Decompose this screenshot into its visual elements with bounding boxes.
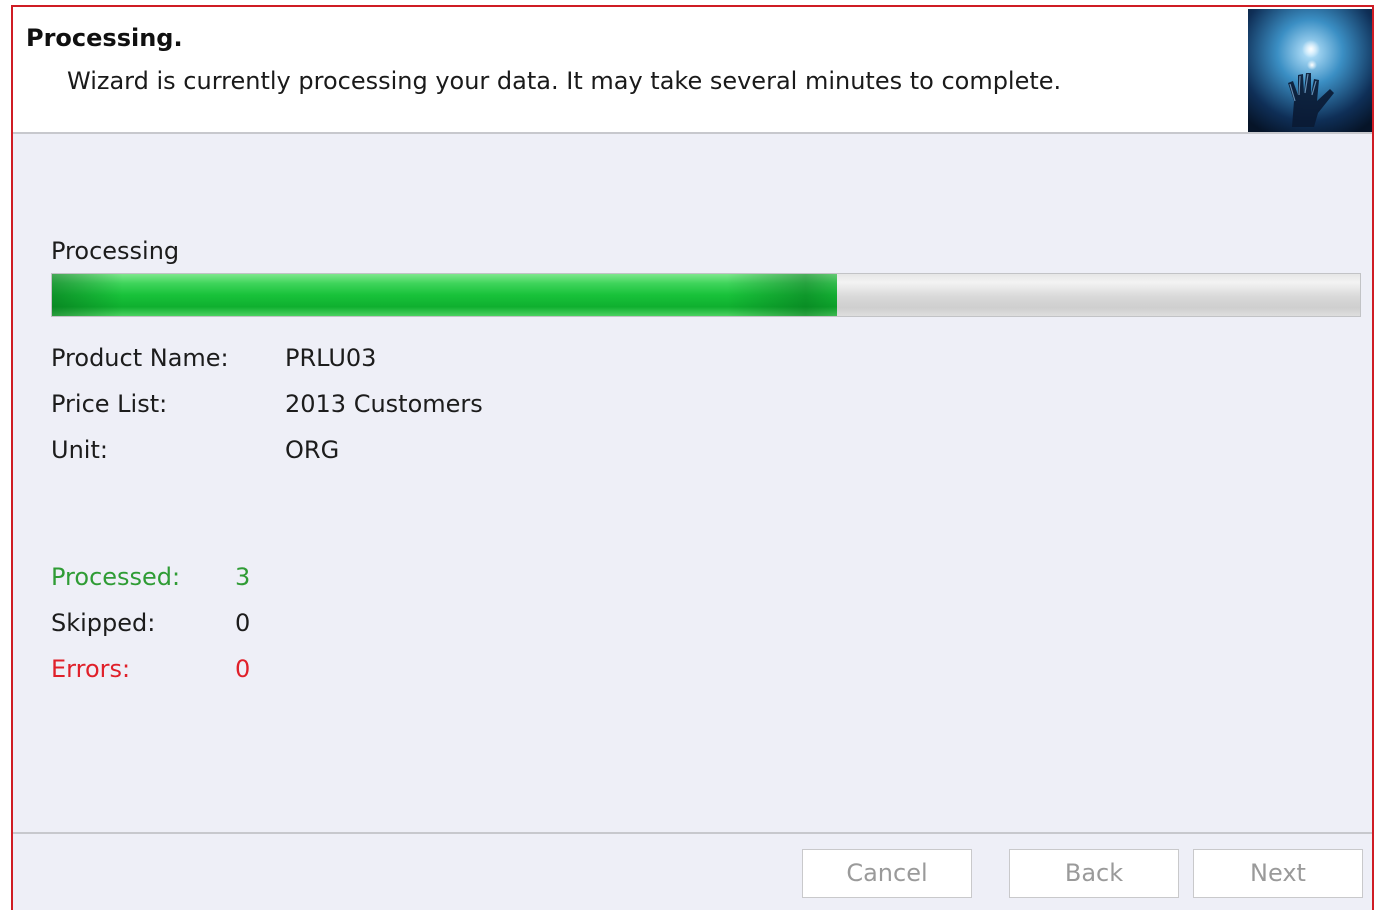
product-name-label: Product Name: (51, 344, 229, 372)
price-list-label: Price List: (51, 390, 168, 418)
progress-fill (52, 274, 837, 316)
processed-count: 3 (235, 563, 251, 591)
next-button[interactable]: Next (1193, 849, 1363, 898)
processed-label: Processed: (51, 563, 181, 591)
wizard-header: Processing. Wizard is currently processi… (13, 7, 1372, 134)
skipped-count: 0 (235, 609, 251, 637)
header-subtitle: Wizard is currently processing your data… (67, 67, 1062, 95)
errors-count: 0 (235, 655, 251, 683)
back-button[interactable]: Back (1009, 849, 1179, 898)
product-name-value: PRLU03 (285, 344, 377, 372)
skipped-label: Skipped: (51, 609, 156, 637)
wizard-dialog: Processing. Wizard is currently processi… (11, 5, 1374, 910)
progress-label: Processing (51, 237, 180, 265)
cancel-button[interactable]: Cancel (802, 849, 972, 898)
progress-bar (51, 273, 1361, 317)
header-title: Processing. (26, 24, 183, 52)
errors-label: Errors: (51, 655, 131, 683)
footer-divider (13, 832, 1372, 834)
unit-label: Unit: (51, 436, 108, 464)
unit-value: ORG (285, 436, 340, 464)
price-list-value: 2013 Customers (285, 390, 483, 418)
glowing-hand-icon (1248, 9, 1372, 132)
